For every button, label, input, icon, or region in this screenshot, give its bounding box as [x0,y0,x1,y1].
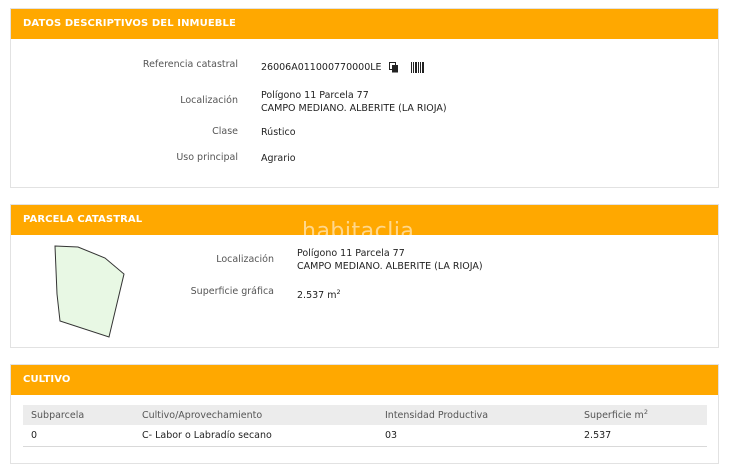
parcel-location-value: Polígono 11 Parcela 77 CAMPO MEDIANO. AL… [297,247,483,273]
ref-label: Referencia catastral [142,59,238,70]
location-line-1: Polígono 11 Parcela 77 [261,90,369,101]
crop-panel: CULTIVO Subparcela Cultivo/Aprovechamien… [10,364,719,464]
crop-table: Subparcela Cultivo/Aprovechamiento Inten… [23,405,707,447]
surface-value: 2.537 m2 [297,288,341,302]
crop-table-header: Subparcela Cultivo/Aprovechamiento Inten… [23,405,707,425]
watermark: habitaclia [302,219,415,244]
parcel-location-line-1: Polígono 11 Parcela 77 [297,248,405,259]
ref-value[interactable]: 26006A011000770000LE [261,62,382,73]
descriptive-data-panel: DATOS DESCRIPTIVOS DEL INMUEBLE Referenc… [10,8,719,188]
cell-subparcela: 0 [23,425,134,447]
col-intensidad: Intensidad Productiva [377,405,576,425]
barcode-icon[interactable] [410,62,425,73]
use-label: Uso principal [176,152,238,163]
cell-superficie: 2.537 [576,425,707,447]
col-superficie: Superficie m2 [576,405,707,425]
descriptive-data-title: DATOS DESCRIPTIVOS DEL INMUEBLE [11,9,718,39]
location-label: Localización [180,95,238,106]
col-subparcela: Subparcela [23,405,134,425]
ref-value-wrap: 26006A011000770000LE [261,61,425,74]
class-label: Clase [212,126,238,137]
cell-cultivo: C- Labor o Labradío secano [134,425,377,447]
table-row: 0 C- Labor o Labradío secano 03 2.537 [23,425,707,447]
location-line-2: CAMPO MEDIANO. ALBERITE (LA RIOJA) [261,103,447,114]
parcel-location-label: Localización [216,254,274,265]
parcel-location-line-2: CAMPO MEDIANO. ALBERITE (LA RIOJA) [297,261,483,272]
crop-title: CULTIVO [11,365,718,395]
class-value: Rústico [261,127,296,138]
cell-intensidad: 03 [377,425,576,447]
col-cultivo: Cultivo/Aprovechamiento [134,405,377,425]
surface-label: Superficie gráfica [190,286,274,297]
use-value: Agrario [261,153,296,164]
parcel-shape [54,245,125,338]
location-value: Polígono 11 Parcela 77 CAMPO MEDIANO. AL… [261,89,447,115]
copy-icon[interactable] [388,62,399,73]
